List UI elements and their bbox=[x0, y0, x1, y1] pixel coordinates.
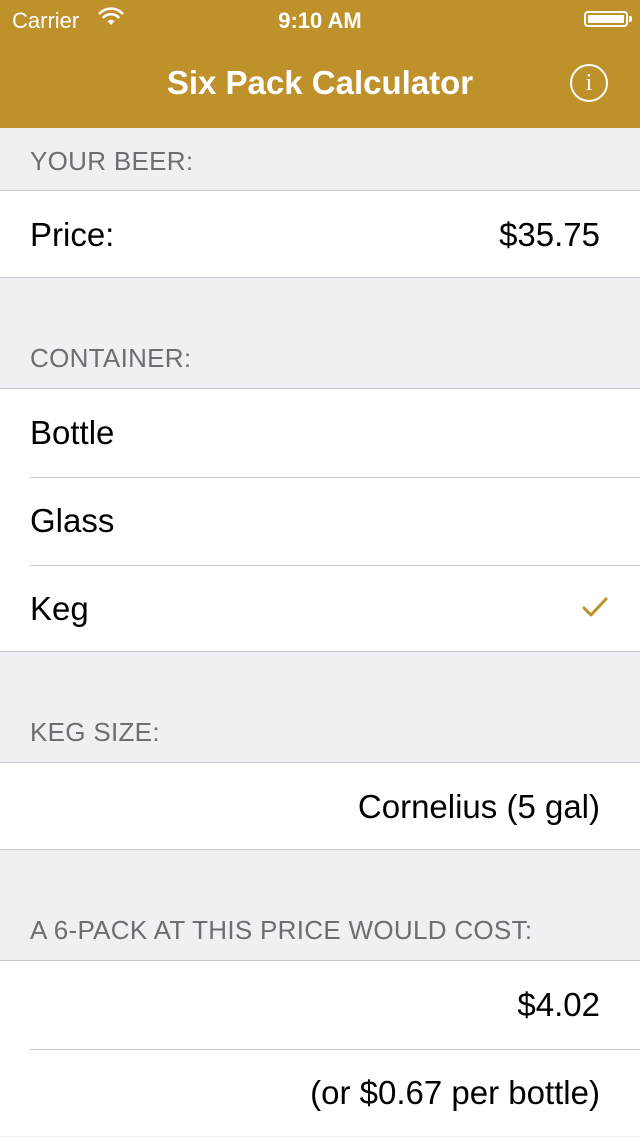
six-pack-cost-value: $4.02 bbox=[517, 986, 600, 1023]
section-header-result: A 6-PACK AT THIS PRICE WOULD COST: bbox=[30, 915, 533, 945]
container-group: Bottle Glass Keg bbox=[0, 388, 640, 652]
section-header-keg-size: KEG SIZE: bbox=[30, 717, 160, 747]
keg-size-row[interactable]: Cornelius (5 gal) bbox=[0, 763, 640, 851]
navigation-bar: Carrier 9:10 AM Six Pack Calculator i bbox=[0, 0, 640, 128]
section-header-your-beer: YOUR BEER: bbox=[30, 146, 194, 176]
status-time: 9:10 AM bbox=[278, 8, 362, 33]
keg-size-value: Cornelius (5 gal) bbox=[357, 788, 600, 825]
per-bottle-value: (or $0.67 per bottle) bbox=[310, 1074, 600, 1111]
container-option-glass[interactable]: Glass bbox=[0, 477, 640, 565]
info-icon[interactable]: i bbox=[570, 64, 608, 102]
price-row[interactable]: Price: $35.75 bbox=[0, 191, 640, 279]
container-option-bottle[interactable]: Bottle bbox=[0, 389, 640, 477]
battery-icon bbox=[584, 11, 632, 27]
container-option-label: Keg bbox=[30, 590, 89, 627]
price-group: Price: $35.75 bbox=[0, 190, 640, 278]
container-option-label: Glass bbox=[30, 502, 115, 539]
result-group: $4.02 (or $0.67 per bottle) bbox=[0, 960, 640, 1136]
status-bar: Carrier 9:10 AM bbox=[0, 0, 640, 40]
checkmark-icon bbox=[582, 597, 608, 617]
price-value[interactable]: $35.75 bbox=[499, 191, 600, 279]
price-label: Price: bbox=[30, 216, 115, 253]
info-icon-glyph: i bbox=[585, 70, 593, 96]
container-option-label: Bottle bbox=[30, 414, 115, 451]
container-option-keg[interactable]: Keg bbox=[0, 565, 640, 653]
six-pack-cost-row: $4.02 bbox=[0, 961, 640, 1049]
page-title: Six Pack Calculator bbox=[166, 64, 474, 101]
section-header-container: CONTAINER: bbox=[30, 343, 192, 373]
per-bottle-row: (or $0.67 per bottle) bbox=[0, 1049, 640, 1137]
keg-size-group: Cornelius (5 gal) bbox=[0, 762, 640, 850]
